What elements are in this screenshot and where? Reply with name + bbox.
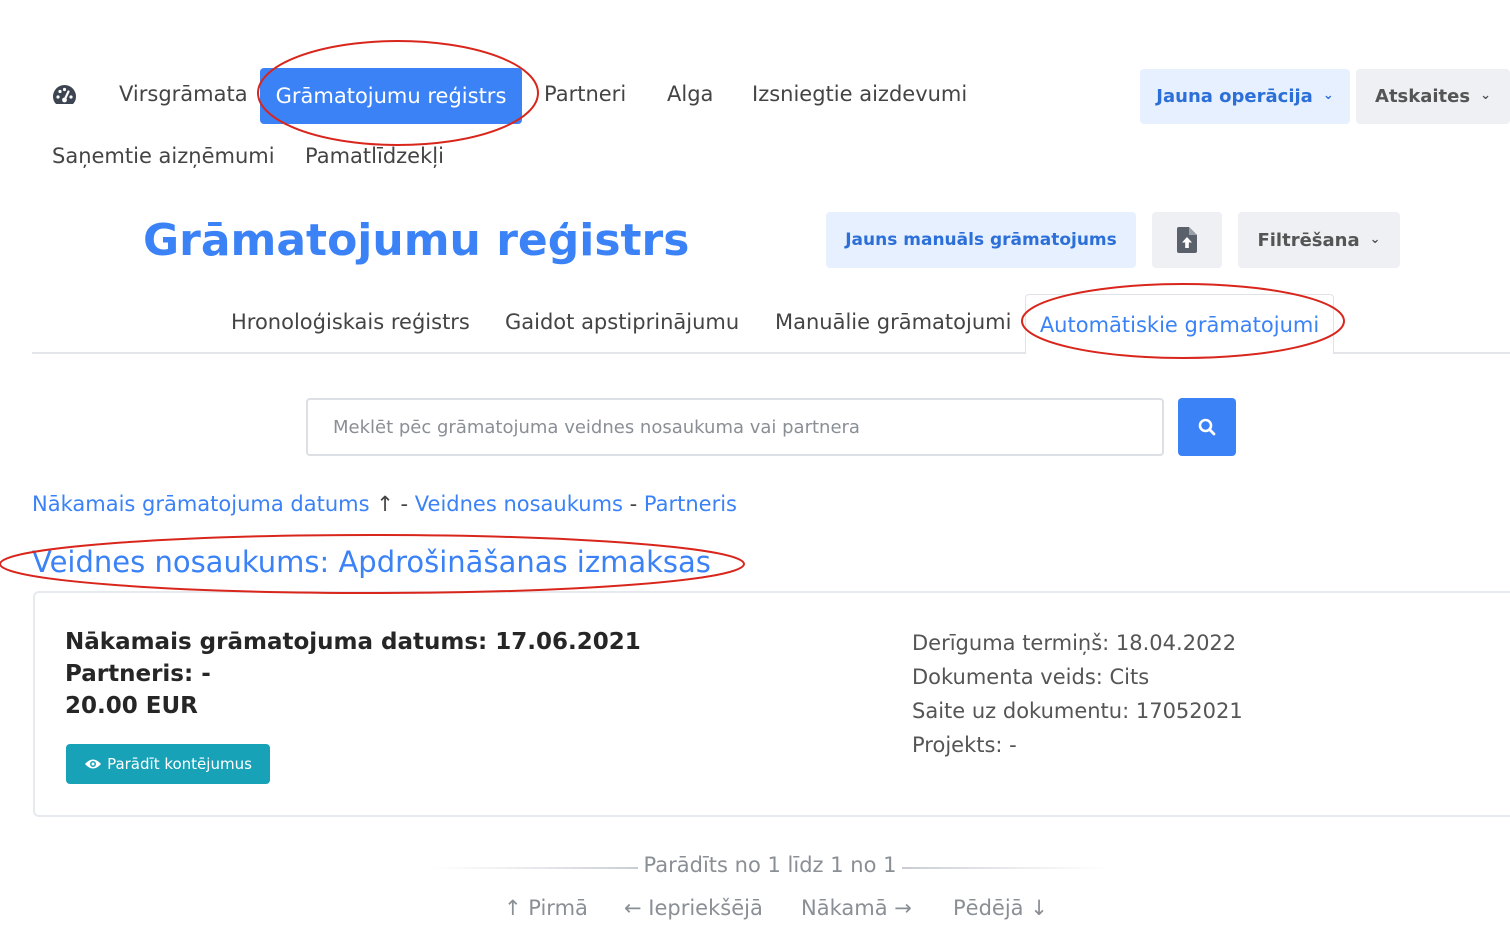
pagination-rule-right xyxy=(902,867,1110,869)
page-title: Grāmatojumu reģistrs xyxy=(143,215,690,266)
chevron-down-icon: ⌄ xyxy=(1480,88,1491,103)
reports-label: Atskaites xyxy=(1375,86,1471,107)
tab-hronologiskais-registrs[interactable]: Hronoloģiskais reģistrs xyxy=(231,310,470,334)
nav-item-sanemtie-aiznemumi[interactable]: Saņemtie aizņēmumi xyxy=(52,146,275,167)
sort-separator: - xyxy=(622,492,644,516)
nav-item-partneri[interactable]: Partneri xyxy=(544,84,626,105)
show-postings-label: Parādīt kontējumus xyxy=(107,755,252,773)
nav-item-pamatlidzekli[interactable]: Pamatlīdzekļi xyxy=(305,146,444,167)
nav-item-izsniegtie-aizdevumi[interactable]: Izsniegtie aizdevumi xyxy=(752,84,967,105)
tab-manualie-gramatojumi[interactable]: Manuālie grāmatojumi xyxy=(775,310,1011,334)
search-button[interactable] xyxy=(1178,398,1236,456)
sort-options: Nākamais grāmatojuma datums ↑ - Veidnes … xyxy=(32,492,737,516)
gauge-icon[interactable] xyxy=(52,84,77,106)
template-group-heading: Veidnes nosaukums: Apdrošināšanas izmaks… xyxy=(32,545,711,579)
sort-separator: - xyxy=(400,492,415,516)
search-icon xyxy=(1198,418,1216,436)
eye-icon xyxy=(85,759,102,769)
filter-label: Filtrēšana xyxy=(1257,229,1360,251)
entry-document-link: Saite uz dokumentu: 17052021 xyxy=(912,699,1243,723)
filter-button[interactable]: Filtrēšana ⌄ xyxy=(1238,212,1400,268)
new-operation-label: Jauna operācija xyxy=(1156,86,1313,107)
entry-next-date: Nākamais grāmatojuma datums: 17.06.2021 xyxy=(65,629,641,655)
entry-document-type: Dokumenta veids: Cits xyxy=(912,665,1150,689)
entry-summary: Nākamais grāmatojuma datums: 17.06.2021 … xyxy=(65,626,641,722)
reports-button[interactable]: Atskaites ⌄ xyxy=(1356,69,1510,124)
entry-details: Derīguma termiņš: 18.04.2022 Dokumenta v… xyxy=(912,626,1243,762)
sort-next-date-link[interactable]: Nākamais grāmatojuma datums xyxy=(32,492,370,516)
nav-item-alga[interactable]: Alga xyxy=(667,84,713,105)
entry-validity: Derīguma termiņš: 18.04.2022 xyxy=(912,631,1237,655)
chevron-down-icon: ⌄ xyxy=(1322,88,1334,103)
new-operation-button[interactable]: Jauna operācija ⌄ xyxy=(1140,69,1350,124)
nav-item-virsgramata[interactable]: Virsgrāmata xyxy=(119,84,248,105)
pagination-info: Parādīts no 1 līdz 1 no 1 xyxy=(643,853,897,877)
new-manual-entry-button[interactable]: Jauns manuāls grāmatojums xyxy=(826,212,1136,268)
entry-project: Projekts: - xyxy=(912,733,1017,757)
sort-template-name-link[interactable]: Veidnes nosaukums xyxy=(415,492,623,516)
pagination-previous[interactable]: ← Iepriekšējā xyxy=(624,896,763,920)
entry-partner: Partneris: - xyxy=(65,661,211,687)
nav-item-gramatojumu-registrs[interactable]: Grāmatojumu reģistrs xyxy=(260,68,522,124)
file-upload-icon xyxy=(1177,227,1197,253)
upload-button[interactable] xyxy=(1152,212,1222,268)
tab-gaidot-apstiprinajumu[interactable]: Gaidot apstiprinājumu xyxy=(505,310,739,334)
pagination-last[interactable]: Pēdējā ↓ xyxy=(953,896,1048,920)
search-input[interactable] xyxy=(306,398,1164,456)
sort-partner-link[interactable]: Partneris xyxy=(644,492,737,516)
entry-amount: 20.00 EUR xyxy=(65,693,198,719)
pagination-next[interactable]: Nākamā → xyxy=(801,896,912,920)
sort-direction-arrow: ↑ xyxy=(376,492,394,516)
show-postings-button[interactable]: Parādīt kontējumus xyxy=(66,744,270,784)
chevron-down-icon: ⌄ xyxy=(1369,231,1381,247)
pagination-first[interactable]: ↑ Pirmā xyxy=(504,896,588,920)
tab-automatiskie-gramatojumi[interactable]: Automātiskie grāmatojumi xyxy=(1025,294,1334,354)
